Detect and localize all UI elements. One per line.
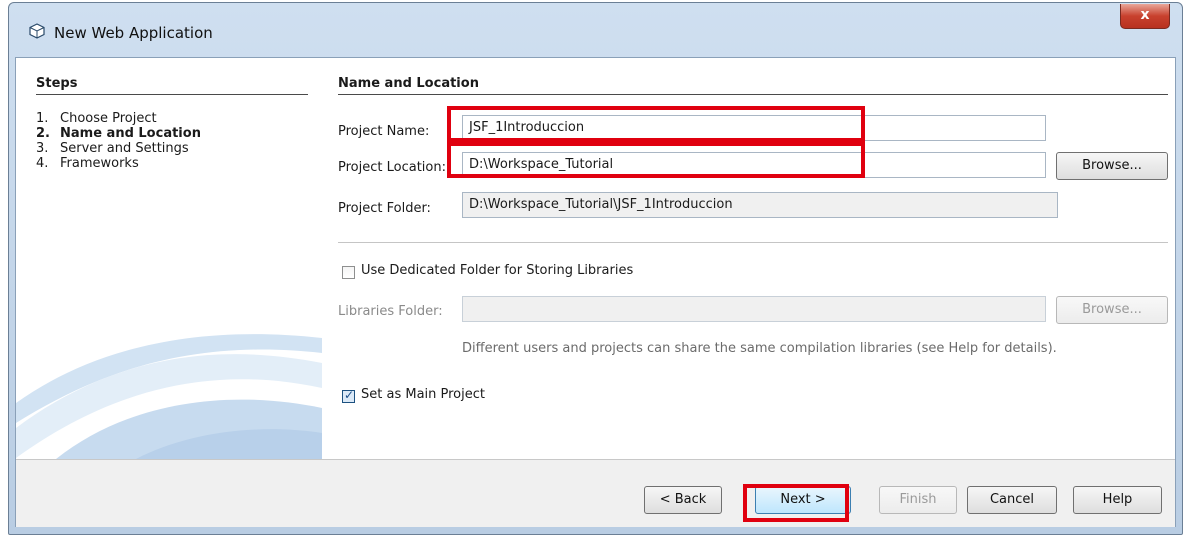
- section-divider: [338, 94, 1168, 95]
- project-location-input[interactable]: D:\Workspace_Tutorial: [462, 152, 1046, 178]
- dialog-content: Steps 1. Choose Project 2. Name and Locati…: [15, 57, 1176, 527]
- dialog-window: New Web Application x Steps 1. Choose Pro…: [8, 2, 1183, 535]
- checkmark-icon: ✓: [344, 388, 355, 402]
- libraries-hint-text: Different users and projects can share t…: [462, 341, 1057, 356]
- libraries-folder-label: Libraries Folder:: [338, 304, 443, 319]
- step-item-name-location: 2. Name and Location: [36, 126, 201, 141]
- main-project-checkbox[interactable]: ✓: [342, 388, 355, 403]
- steps-divider: [36, 94, 308, 95]
- project-folder-field: D:\Workspace_Tutorial\JSF_1Introduccion: [462, 192, 1058, 218]
- steps-panel: Steps 1. Choose Project 2. Name and Locati…: [16, 58, 322, 459]
- dedicated-folder-label[interactable]: Use Dedicated Folder for Storing Librari…: [361, 263, 633, 278]
- main-project-label[interactable]: Set as Main Project: [361, 387, 485, 402]
- libraries-folder-input: [462, 296, 1046, 322]
- back-button[interactable]: < Back: [644, 486, 722, 514]
- step-item-server-settings: 3. Server and Settings: [36, 141, 189, 156]
- section-title: Name and Location: [338, 76, 479, 91]
- next-button[interactable]: Next >: [755, 486, 851, 514]
- step-item-choose-project: 1. Choose Project: [36, 111, 157, 126]
- project-location-label: Project Location:: [338, 160, 446, 175]
- finish-button: Finish: [879, 486, 957, 514]
- window-title: New Web Application: [54, 24, 213, 42]
- cancel-button[interactable]: Cancel: [967, 486, 1057, 514]
- step-item-frameworks: 4. Frameworks: [36, 156, 139, 171]
- dedicated-folder-checkbox[interactable]: [342, 266, 355, 279]
- close-button[interactable]: x: [1120, 4, 1170, 29]
- browse-libraries-button: Browse...: [1056, 296, 1168, 324]
- title-bar[interactable]: New Web Application x: [9, 3, 1182, 57]
- browse-location-button[interactable]: Browse...: [1056, 152, 1168, 180]
- netbeans-cube-icon: [29, 23, 45, 39]
- project-folder-label: Project Folder:: [338, 201, 431, 216]
- button-bar: < Back Next > Finish Cancel Help: [16, 459, 1175, 527]
- steps-title: Steps: [36, 76, 78, 91]
- project-name-label: Project Name:: [338, 124, 430, 139]
- help-button[interactable]: Help: [1073, 486, 1162, 514]
- options-separator: [338, 242, 1168, 243]
- project-name-input[interactable]: JSF_1Introduccion: [462, 115, 1046, 141]
- decorative-swoosh-graphic: [16, 334, 322, 459]
- close-icon: x: [1140, 7, 1150, 23]
